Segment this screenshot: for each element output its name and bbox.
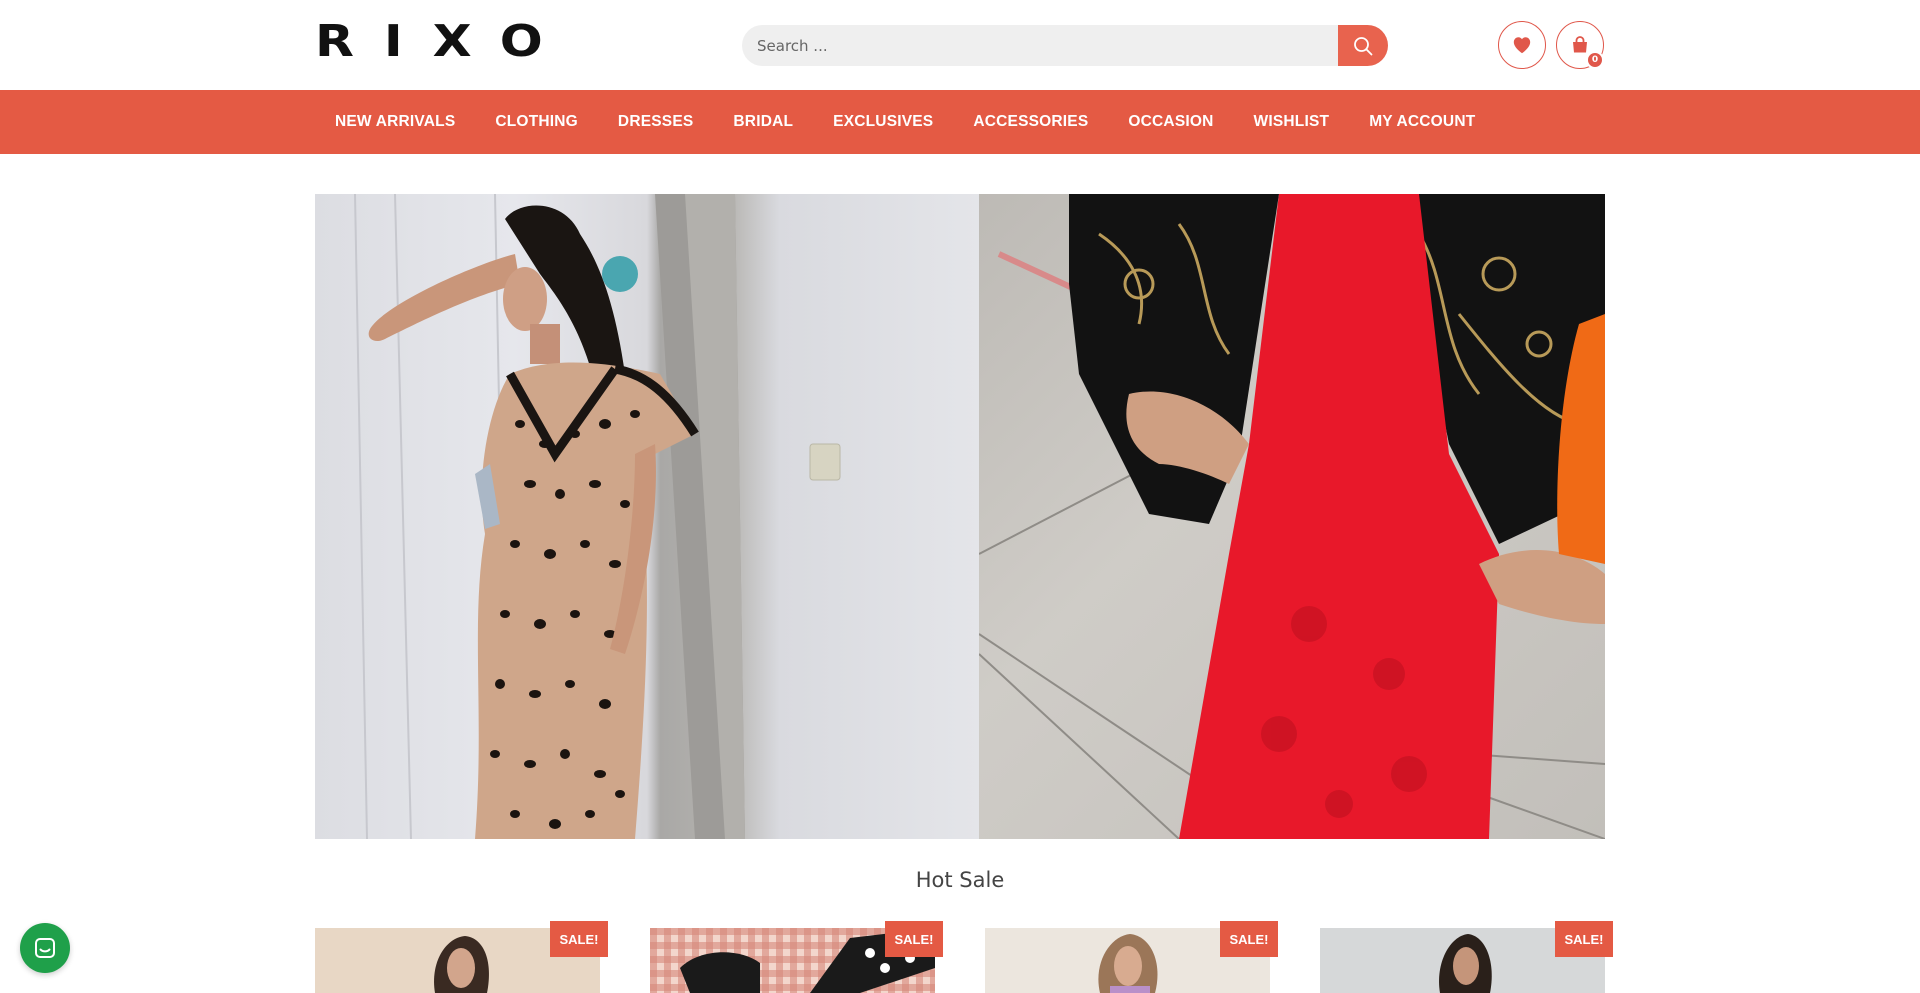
hero-image-leopard-dress[interactable] bbox=[315, 194, 979, 839]
cart-count-badge: 0 bbox=[1586, 51, 1604, 69]
site-header: RIXO 0 bbox=[0, 0, 1920, 90]
leopard-dress-photo bbox=[354, 194, 841, 839]
red-dress-photo bbox=[979, 194, 1605, 839]
nav-item-new-arrivals[interactable]: NEW ARRIVALS bbox=[315, 113, 475, 131]
shopping-bag-icon bbox=[1573, 36, 1587, 53]
sale-badge: SALE! bbox=[885, 921, 943, 957]
nav-item-occasion[interactable]: OCCASION bbox=[1108, 113, 1233, 131]
hot-sale-title: Hot Sale bbox=[915, 868, 1005, 892]
search-bar bbox=[742, 25, 1388, 66]
hero-image-red-dress[interactable] bbox=[979, 194, 1605, 839]
sale-badge: SALE! bbox=[550, 921, 608, 957]
nav-item-clothing[interactable]: CLOTHING bbox=[475, 113, 598, 131]
wishlist-button[interactable] bbox=[1498, 21, 1546, 69]
chat-button[interactable] bbox=[20, 923, 70, 973]
logo-text[interactable]: RIXO bbox=[315, 20, 573, 64]
main-navigation: NEW ARRIVALS CLOTHING DRESSES BRIDAL EXC… bbox=[0, 90, 1920, 154]
hero-banner[interactable] bbox=[315, 194, 1605, 839]
nav-item-wishlist[interactable]: WISHLIST bbox=[1234, 113, 1350, 131]
search-icon bbox=[1354, 36, 1373, 55]
search-input[interactable] bbox=[742, 25, 1338, 66]
cart-button[interactable]: 0 bbox=[1556, 21, 1604, 69]
nav-item-my-account[interactable]: MY ACCOUNT bbox=[1349, 113, 1495, 131]
nav-item-dresses[interactable]: DRESSES bbox=[598, 113, 713, 131]
chat-icon bbox=[35, 938, 55, 958]
heart-icon bbox=[1513, 37, 1531, 54]
nav-item-exclusives[interactable]: EXCLUSIVES bbox=[813, 113, 953, 131]
nav-item-accessories[interactable]: ACCESSORIES bbox=[953, 113, 1108, 131]
sale-badge: SALE! bbox=[1555, 921, 1613, 957]
brand-logo[interactable]: RIXO bbox=[315, 20, 543, 64]
sale-badge: SALE! bbox=[1220, 921, 1278, 957]
nav-item-bridal[interactable]: BRIDAL bbox=[713, 113, 813, 131]
search-button[interactable] bbox=[1338, 25, 1388, 66]
